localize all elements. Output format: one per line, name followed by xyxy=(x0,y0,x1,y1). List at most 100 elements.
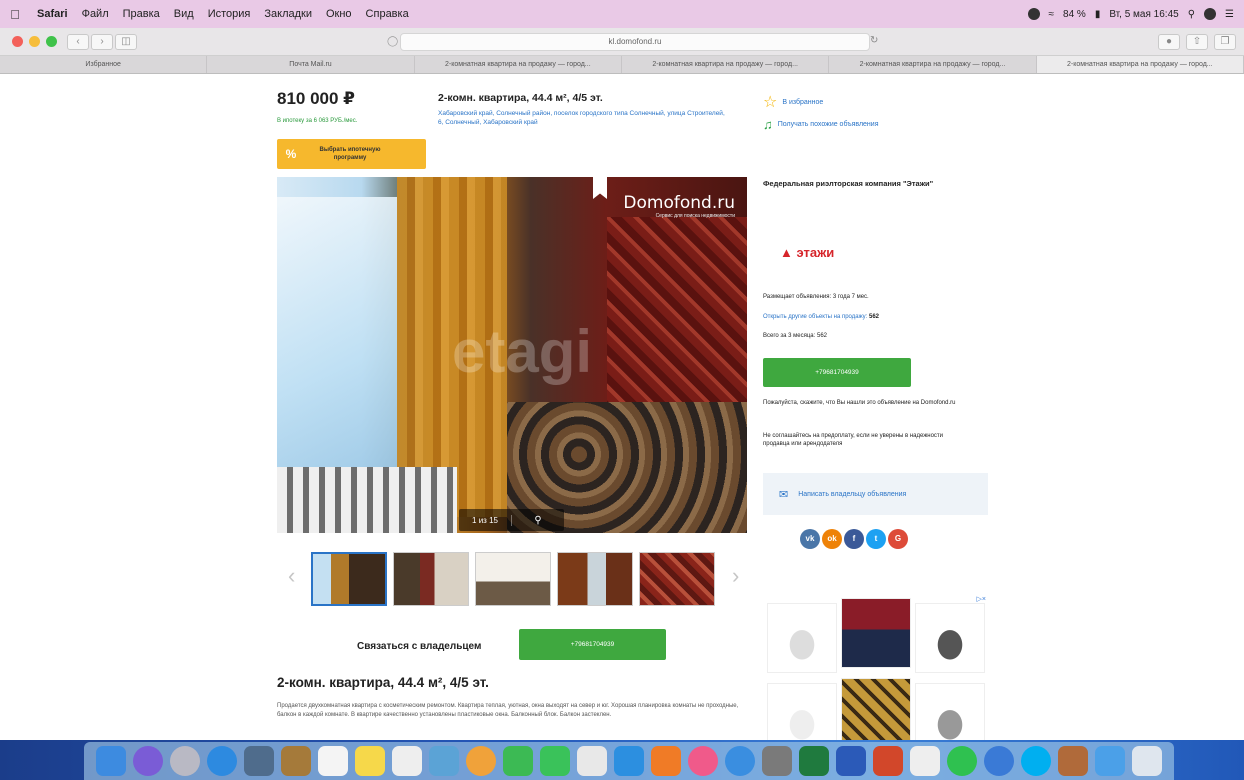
thumbnail[interactable] xyxy=(475,552,551,606)
add-to-favorites[interactable]: ☆ В избранное xyxy=(763,92,823,112)
vk-icon[interactable]: vk xyxy=(800,529,820,549)
browser-icon[interactable] xyxy=(984,746,1015,776)
thumbnail[interactable] xyxy=(639,552,715,606)
google-plus-icon[interactable]: G xyxy=(888,529,908,549)
thumbs-prev-icon[interactable]: ‹ xyxy=(288,563,295,589)
back-icon[interactable]: ‹ xyxy=(67,33,89,50)
notification-center-icon[interactable]: ☰ xyxy=(1225,9,1234,20)
menu-help[interactable]: Справка xyxy=(359,8,416,20)
share-icon[interactable]: ⇧ xyxy=(1186,34,1208,50)
write-owner-button[interactable]: ✉ Написать владельцу объявления xyxy=(763,473,988,515)
forward-icon[interactable]: › xyxy=(91,33,113,50)
preview-icon[interactable] xyxy=(243,746,274,776)
itunes-icon[interactable] xyxy=(688,746,719,776)
menu-edit[interactable]: Правка xyxy=(116,8,167,20)
extension-icon[interactable]: ● xyxy=(1158,34,1180,50)
textedit-icon[interactable] xyxy=(910,746,941,776)
ad-product-sneakers[interactable] xyxy=(767,603,837,673)
siri-dock-icon[interactable] xyxy=(132,746,163,776)
reload-icon[interactable]: ↻ xyxy=(870,35,878,46)
maximize-window-icon[interactable] xyxy=(46,36,57,47)
tabs-overview-icon[interactable]: ❐ xyxy=(1214,34,1236,50)
status-app-icon[interactable] xyxy=(1027,8,1040,20)
nav-buttons: ‹ › ◫ xyxy=(67,33,137,50)
maps-icon[interactable] xyxy=(428,746,459,776)
calendar-icon[interactable] xyxy=(317,746,348,776)
menu-window[interactable]: Окно xyxy=(319,8,359,20)
skype-icon[interactable] xyxy=(1021,746,1052,776)
listing-description: Продается двухкомнатная квартира с косме… xyxy=(277,703,739,718)
tab-mail[interactable]: Почта Mail.ru xyxy=(207,56,415,73)
tab-listing-active[interactable]: 2-комнатная квартира на продажу — город.… xyxy=(1036,56,1244,73)
tab-listing-3[interactable]: 2-комнатная квартира на продажу — город.… xyxy=(829,56,1037,73)
photo-window xyxy=(277,197,397,477)
tab-listing-2[interactable]: 2-комнатная квартира на продажу — город.… xyxy=(622,56,830,73)
launchpad-icon[interactable] xyxy=(169,746,200,776)
main-photo[interactable]: Domofond.ru Сервис для поиска недвижимос… xyxy=(277,177,747,533)
subscribe-similar[interactable]: ♫ Получать похожие объявления xyxy=(763,117,879,132)
address-bar[interactable]: kl.domofond.ru xyxy=(400,33,870,51)
finder-icon[interactable] xyxy=(95,746,126,776)
listing-page: 810 000 ₽ В ипотеку за 6 063 РУБ./мес. %… xyxy=(0,75,1244,753)
transmission-icon[interactable] xyxy=(1058,746,1089,776)
ad-block[interactable]: ▷× xyxy=(763,593,988,753)
photos-icon[interactable] xyxy=(465,746,496,776)
ad-choices-icon[interactable]: ▷× xyxy=(977,595,986,603)
ad-product-shirt[interactable] xyxy=(841,678,911,748)
battery-text[interactable]: 84 % xyxy=(1063,9,1086,20)
numbers-icon[interactable] xyxy=(613,746,644,776)
stickies-icon[interactable] xyxy=(354,746,385,776)
notes-icon[interactable] xyxy=(280,746,311,776)
messages-icon[interactable] xyxy=(502,746,533,776)
menu-file[interactable]: Файл xyxy=(75,8,116,20)
other-objects-link[interactable]: Открыть другие объекты на продажу: xyxy=(763,314,867,320)
datetime[interactable]: Вт, 5 мая 16:45 xyxy=(1109,9,1178,20)
app-store-icon[interactable] xyxy=(725,746,756,776)
show-phone-button[interactable]: +79681704939 xyxy=(519,629,666,660)
menu-view[interactable]: Вид xyxy=(167,8,201,20)
bookmark-icon[interactable] xyxy=(593,177,607,199)
ad-product-jacket[interactable] xyxy=(841,598,911,668)
thumbnail[interactable] xyxy=(311,552,387,606)
star-icon: ☆ xyxy=(763,94,778,111)
facebook-icon[interactable]: f xyxy=(844,529,864,549)
tab-listing-1[interactable]: 2-комнатная квартира на продажу — город.… xyxy=(415,56,622,73)
apple-icon[interactable]:  xyxy=(0,7,30,22)
zoom-icon[interactable]: ⚲ xyxy=(511,514,564,526)
close-window-icon[interactable] xyxy=(12,36,23,47)
facetime-icon[interactable] xyxy=(539,746,570,776)
sidebar-phone-button[interactable]: +79681704939 xyxy=(763,358,911,387)
agency-logo[interactable]: ▲ этажи xyxy=(780,245,834,260)
whatsapp-icon[interactable] xyxy=(947,746,978,776)
twitter-icon[interactable]: t xyxy=(866,529,886,549)
choose-mortgage-button[interactable]: % Выбрать ипотечную программу xyxy=(277,139,426,169)
keynote-icon[interactable] xyxy=(576,746,607,776)
spotlight-icon[interactable]: ⚲ xyxy=(1188,9,1195,20)
wifi-icon[interactable]: ≈ xyxy=(1049,9,1055,20)
menu-history[interactable]: История xyxy=(201,8,258,20)
trash-icon[interactable] xyxy=(1132,746,1163,776)
minimize-window-icon[interactable] xyxy=(29,36,40,47)
tab-favorites[interactable]: Избранное xyxy=(0,56,208,73)
mortgage-payment-text[interactable]: В ипотеку за 6 063 РУБ./мес. xyxy=(277,118,357,124)
odnoklassniki-icon[interactable]: ok xyxy=(822,529,842,549)
excel-icon[interactable] xyxy=(799,746,830,776)
thumbnail[interactable] xyxy=(557,552,633,606)
thumbnail-strip xyxy=(311,552,715,606)
listing-address[interactable]: Хабаровский край, Солнечный район, посел… xyxy=(438,110,728,127)
downloads-folder-icon[interactable] xyxy=(1095,746,1126,776)
menu-app-safari[interactable]: Safari xyxy=(30,8,75,20)
safari-dock-icon[interactable] xyxy=(206,746,237,776)
word-icon[interactable] xyxy=(836,746,867,776)
siri-icon[interactable] xyxy=(1204,8,1217,20)
powerpoint-icon[interactable] xyxy=(873,746,904,776)
menu-bookmarks[interactable]: Закладки xyxy=(257,8,319,20)
pages-icon[interactable] xyxy=(650,746,681,776)
system-preferences-icon[interactable] xyxy=(762,746,793,776)
sidebar-toggle-icon[interactable]: ◫ xyxy=(115,33,137,50)
thumbs-next-icon[interactable]: › xyxy=(732,563,739,589)
reminders-icon[interactable] xyxy=(391,746,422,776)
shield-icon[interactable]: ◯ xyxy=(387,36,398,47)
thumbnail[interactable] xyxy=(393,552,469,606)
ad-product-sneakers[interactable] xyxy=(915,603,985,673)
